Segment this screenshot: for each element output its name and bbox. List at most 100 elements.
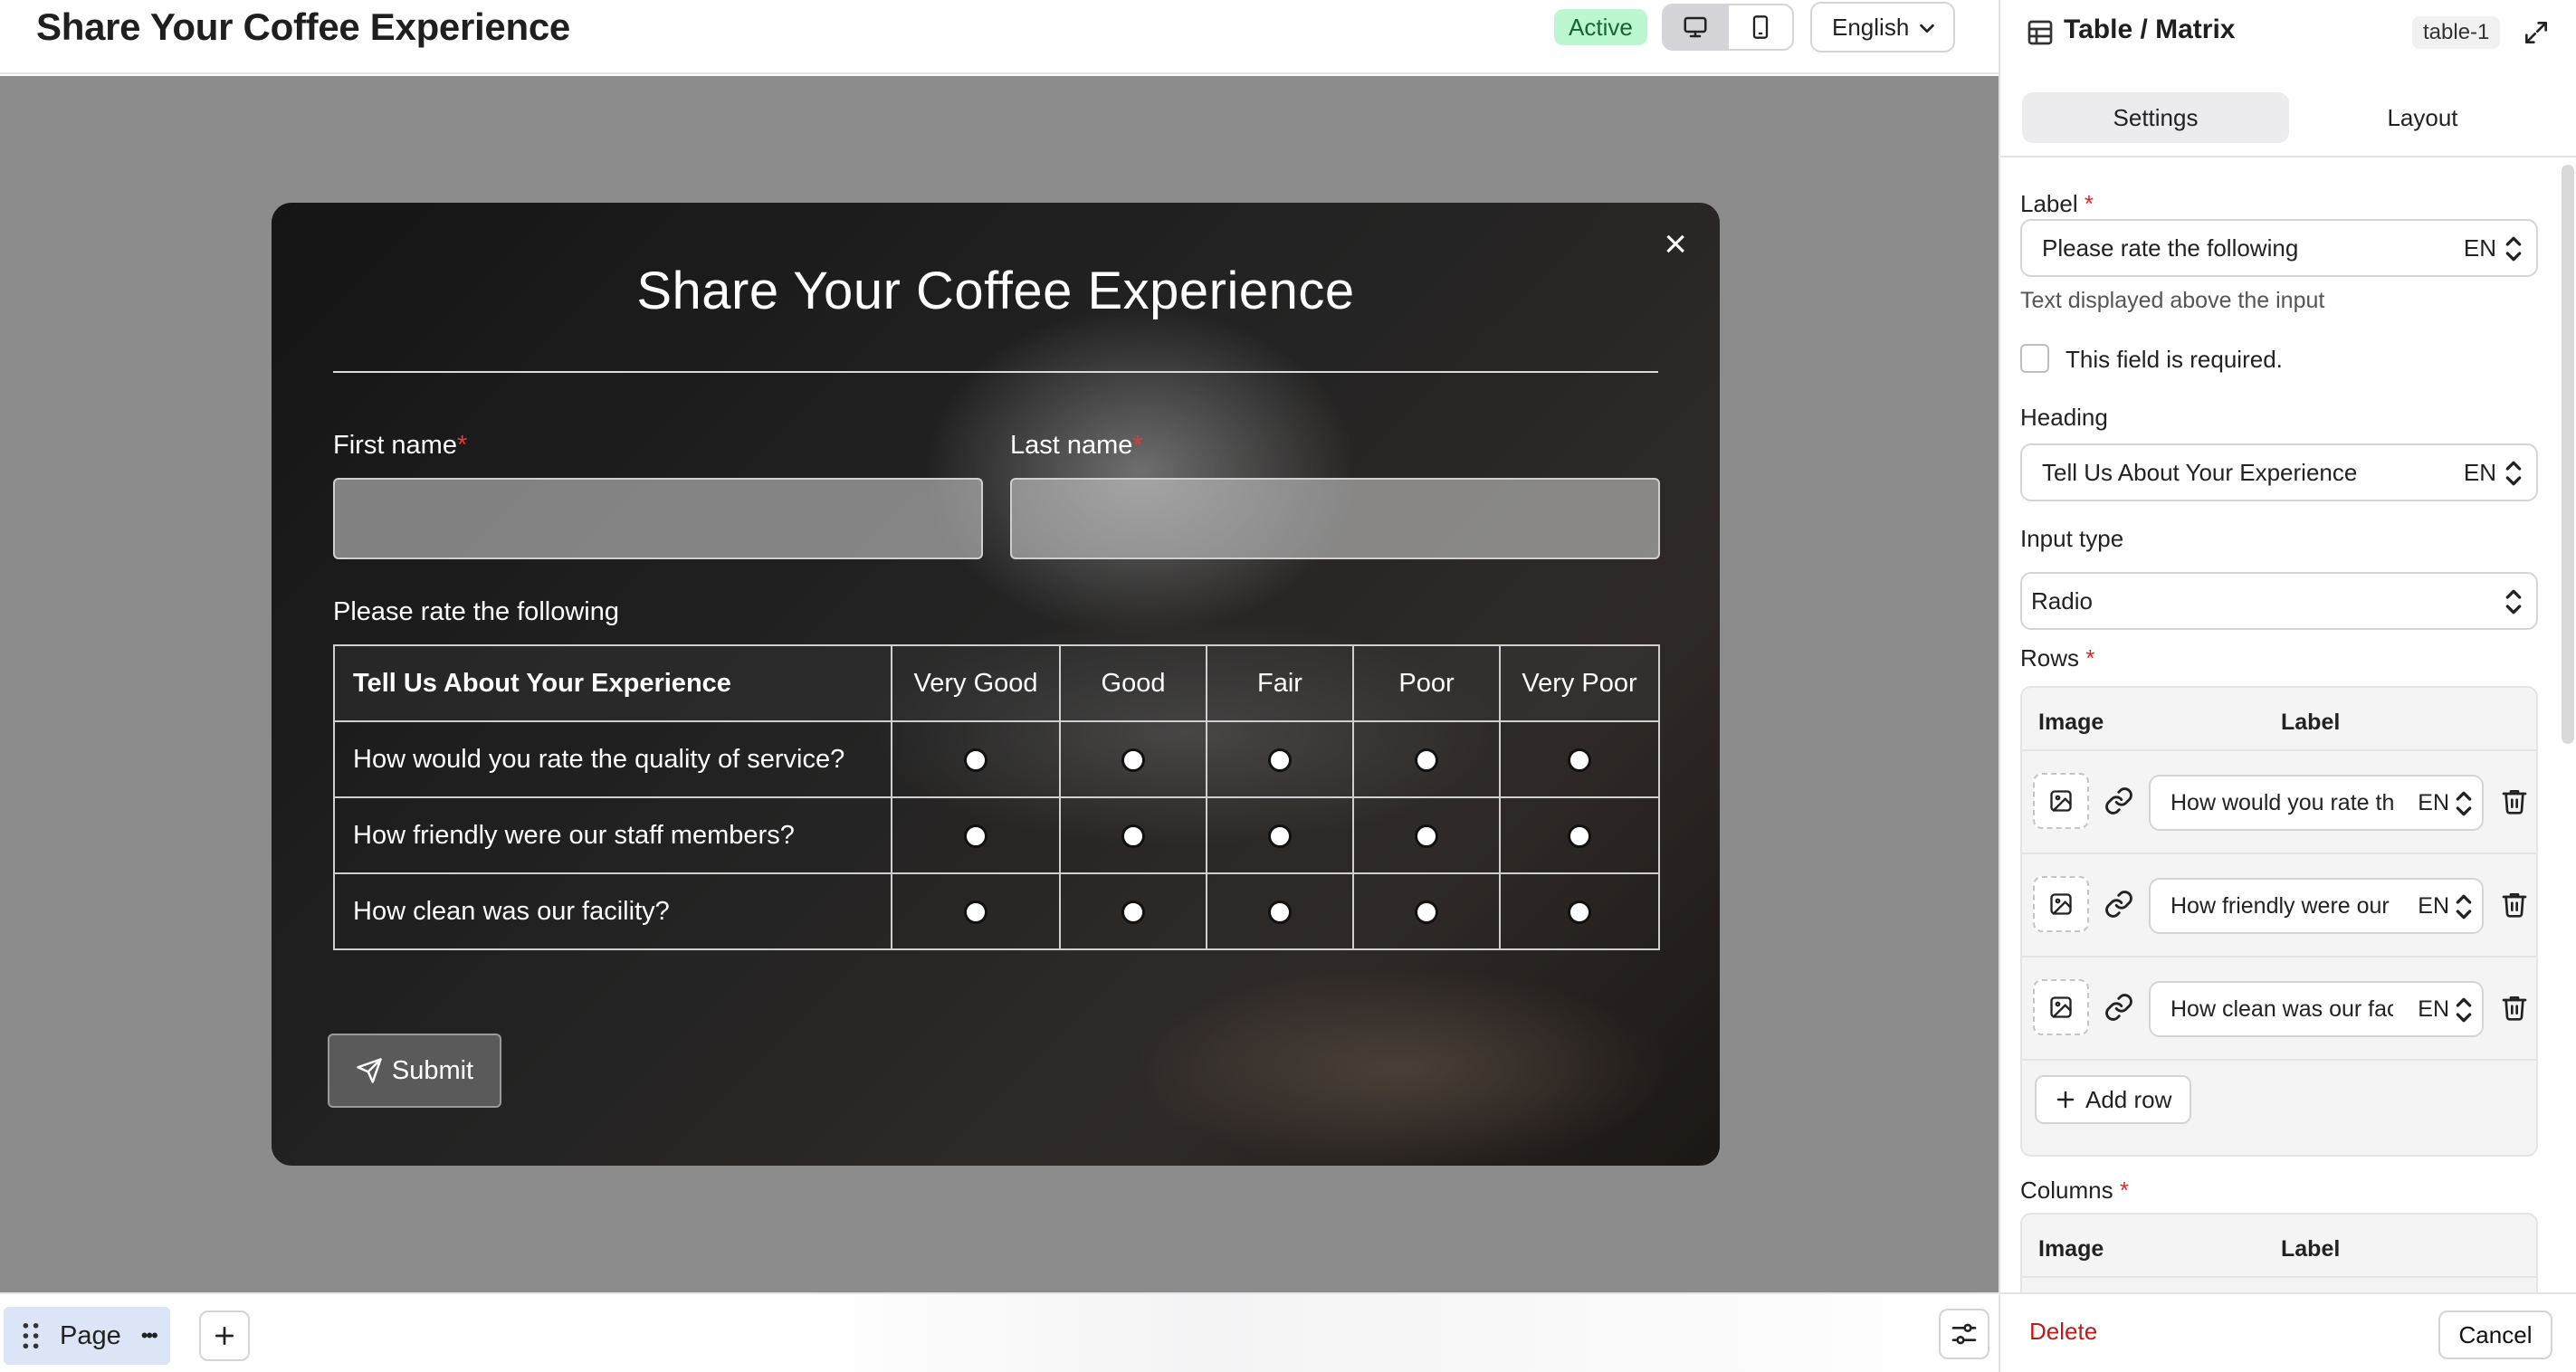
radio-button[interactable] bbox=[1568, 900, 1591, 924]
link-icon[interactable] bbox=[2104, 889, 2134, 919]
row-label-input[interactable]: How would you rate the quality of servic… bbox=[2149, 775, 2484, 831]
expand-icon[interactable] bbox=[2522, 18, 2551, 47]
language-select[interactable]: EN bbox=[2464, 459, 2496, 487]
radio-button[interactable] bbox=[964, 748, 987, 772]
language-select-value: English bbox=[1832, 13, 1910, 41]
chevron-up-down-icon bbox=[2456, 997, 2472, 1023]
delete-button[interactable]: Delete bbox=[2029, 1318, 2097, 1346]
list-item: How friendly were our staff members? EN bbox=[2022, 854, 2536, 958]
column-header: Very Good bbox=[891, 644, 1061, 722]
trash-icon[interactable] bbox=[2500, 992, 2529, 1023]
plus-icon bbox=[215, 1326, 234, 1346]
rating-matrix: Tell Us About Your Experience Very Good … bbox=[333, 644, 1660, 950]
submit-button[interactable]: Submit bbox=[328, 1034, 501, 1108]
page-tab[interactable]: Page ••• bbox=[4, 1307, 170, 1365]
rows-label: Rows * bbox=[2020, 644, 2095, 672]
radio-button[interactable] bbox=[1568, 824, 1591, 848]
first-name-input[interactable] bbox=[333, 478, 983, 559]
row-label-input[interactable]: How clean was our facility? EN bbox=[2149, 981, 2484, 1037]
add-row-button[interactable]: Add row bbox=[2035, 1075, 2192, 1124]
image-icon bbox=[2050, 790, 2072, 812]
send-icon bbox=[357, 1058, 382, 1083]
plus-icon bbox=[2056, 1091, 2075, 1109]
language-select[interactable]: EN bbox=[2418, 996, 2449, 1023]
language-select[interactable]: EN bbox=[2464, 234, 2496, 262]
label-field-label: Label * bbox=[2020, 190, 2094, 217]
image-upload-button[interactable] bbox=[2033, 979, 2089, 1035]
language-select[interactable]: English bbox=[1810, 2, 1955, 52]
link-icon[interactable] bbox=[2104, 992, 2134, 1023]
image-upload-button[interactable] bbox=[2033, 876, 2089, 932]
radio-button[interactable] bbox=[1121, 824, 1145, 848]
row-label-input[interactable]: How friendly were our staff members? EN bbox=[2149, 878, 2484, 934]
divider bbox=[333, 371, 1658, 373]
page-tab-label: Page bbox=[60, 1320, 121, 1350]
radio-button[interactable] bbox=[1268, 748, 1292, 772]
row-label-value: How would you rate the quality of servic… bbox=[2171, 789, 2393, 815]
table-icon bbox=[2027, 20, 2053, 45]
matrix-header-row: Tell Us About Your Experience Very Good … bbox=[333, 644, 1660, 722]
chevron-up-down-icon bbox=[2505, 589, 2522, 615]
chevron-up-down-icon bbox=[2456, 791, 2472, 816]
label-input[interactable]: Please rate the following EN bbox=[2020, 219, 2538, 277]
columns-header: Image Label bbox=[2022, 1215, 2536, 1278]
radio-button[interactable] bbox=[1121, 748, 1145, 772]
radio-button[interactable] bbox=[1121, 900, 1145, 924]
table-row: How would you rate the quality of servic… bbox=[333, 720, 1660, 798]
language-select[interactable]: EN bbox=[2418, 893, 2449, 919]
panel-header: Table / Matrix table-1 bbox=[2000, 0, 2576, 65]
more-options-icon[interactable]: ••• bbox=[141, 1324, 158, 1348]
page-settings-button[interactable] bbox=[1939, 1309, 1989, 1359]
scrollbar[interactable] bbox=[2562, 165, 2574, 744]
page-bar: Page ••• bbox=[0, 1292, 1999, 1372]
row-label: How would you rate the quality of servic… bbox=[333, 720, 892, 798]
row-label: How friendly were our staff members? bbox=[333, 796, 892, 874]
label-hint: Text displayed above the input bbox=[2020, 288, 2325, 313]
radio-button[interactable] bbox=[964, 824, 987, 848]
close-icon[interactable]: × bbox=[1664, 224, 1687, 264]
trash-icon[interactable] bbox=[2500, 786, 2529, 816]
form-canvas: × Share Your Coffee Experience First nam… bbox=[0, 76, 1999, 1292]
desktop-icon bbox=[1684, 16, 1707, 38]
required-mark: * bbox=[456, 431, 468, 460]
input-type-select[interactable]: Radio bbox=[2020, 572, 2538, 630]
radio-button[interactable] bbox=[1568, 748, 1591, 772]
drag-handle-icon[interactable] bbox=[22, 1322, 40, 1349]
required-checkbox[interactable] bbox=[2020, 344, 2049, 373]
form-modal: × Share Your Coffee Experience First nam… bbox=[272, 203, 1720, 1166]
element-id-badge: table-1 bbox=[2412, 16, 2501, 49]
tab-layout[interactable]: Layout bbox=[2289, 92, 2556, 143]
cancel-button[interactable]: Cancel bbox=[2438, 1310, 2552, 1359]
chevron-up-down-icon bbox=[2505, 461, 2522, 486]
trash-icon[interactable] bbox=[2500, 889, 2529, 919]
radio-button[interactable] bbox=[1268, 824, 1292, 848]
chevron-up-down-icon bbox=[2456, 894, 2472, 919]
image-column-header: Image bbox=[2038, 710, 2104, 735]
desktop-view-button[interactable] bbox=[1664, 5, 1727, 49]
tab-settings[interactable]: Settings bbox=[2022, 92, 2289, 143]
column-header: Fair bbox=[1206, 644, 1354, 722]
radio-button[interactable] bbox=[1268, 900, 1292, 924]
matrix-heading: Tell Us About Your Experience bbox=[333, 644, 892, 722]
radio-button[interactable] bbox=[1415, 900, 1438, 924]
radio-button[interactable] bbox=[1415, 824, 1438, 848]
column-header: Very Poor bbox=[1499, 644, 1660, 722]
last-name-input[interactable] bbox=[1010, 478, 1660, 559]
image-icon bbox=[2050, 996, 2072, 1018]
add-page-button[interactable] bbox=[199, 1310, 250, 1361]
input-type-value: Radio bbox=[2031, 586, 2093, 615]
columns-editor: Image Label bbox=[2020, 1213, 2538, 1292]
link-icon[interactable] bbox=[2104, 786, 2134, 816]
radio-button[interactable] bbox=[964, 900, 987, 924]
image-upload-button[interactable] bbox=[2033, 773, 2089, 829]
heading-input[interactable]: Tell Us About Your Experience EN bbox=[2020, 443, 2538, 501]
image-column-header: Image bbox=[2038, 1236, 2104, 1262]
radio-button[interactable] bbox=[1415, 748, 1438, 772]
panel-title: Table / Matrix bbox=[2064, 14, 2236, 44]
status-badge[interactable]: Active bbox=[1554, 9, 1647, 45]
language-select[interactable]: EN bbox=[2418, 790, 2449, 816]
required-checkbox-label: This field is required. bbox=[2066, 346, 2283, 373]
first-name-label: First name* bbox=[333, 431, 468, 460]
mobile-view-button[interactable] bbox=[1727, 5, 1792, 49]
rows-header: Image Label bbox=[2022, 688, 2536, 751]
